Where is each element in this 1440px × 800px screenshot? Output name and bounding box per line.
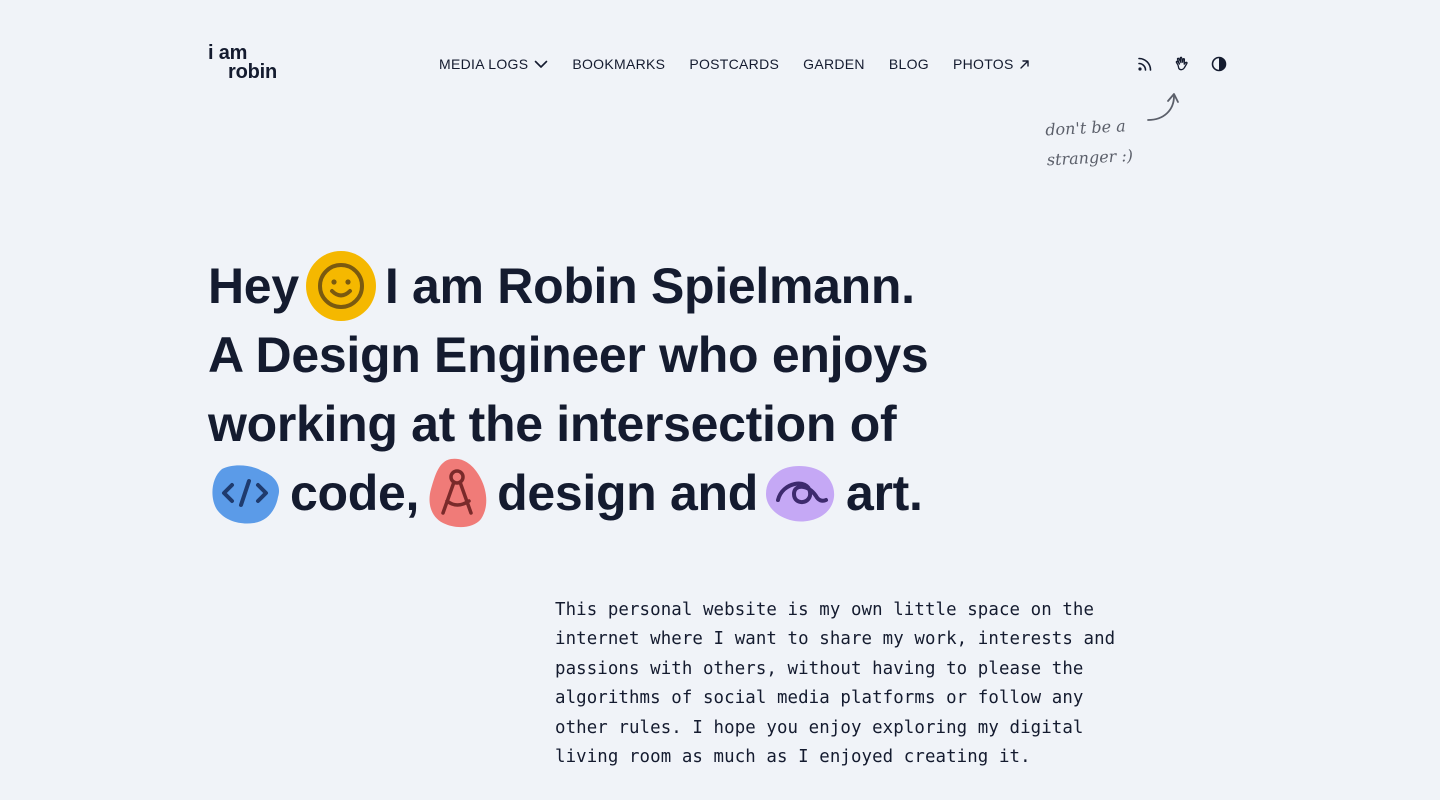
rss-button[interactable] <box>1136 55 1154 73</box>
note-line-2: stranger :) <box>1046 145 1134 170</box>
theme-toggle-button[interactable] <box>1210 55 1228 73</box>
nav-item-photos[interactable]: PHOTOS <box>953 56 1029 72</box>
compass-icon <box>425 457 489 529</box>
page: i am robin MEDIA LOGS BOOKMARKS POSTCARD… <box>0 0 1440 800</box>
external-arrow-icon <box>1019 59 1029 69</box>
hero-heading: Hey I am Robin Spielmann. A Design Engin… <box>208 250 1008 529</box>
main-nav: MEDIA LOGS BOOKMARKS POSTCARDS GARDEN BL… <box>439 54 1029 74</box>
hero-line-3: working at the intersection of <box>208 396 897 452</box>
chevron-down-icon <box>535 60 548 68</box>
nav-item-postcards[interactable]: POSTCARDS <box>689 56 779 72</box>
nav-label: MEDIA LOGS <box>439 56 529 72</box>
hero-design: design and <box>497 465 759 521</box>
hero-greeting: Hey <box>208 258 299 314</box>
hero-code: code, <box>290 465 420 521</box>
handwritten-note: don't be a stranger :) <box>1045 109 1178 176</box>
intro-line: other rules. I hope you enjoy exploring … <box>555 717 1084 738</box>
nav-label: PHOTOS <box>952 56 1014 72</box>
nav-item-bookmarks[interactable]: BOOKMARKS <box>572 56 665 72</box>
hero-line-4: code, design and art. <box>208 457 1008 529</box>
hero-art: art. <box>846 465 923 521</box>
code-icon <box>208 461 282 525</box>
nav-item-blog[interactable]: BLOG <box>889 56 929 72</box>
intro-line: This personal website is my own little s… <box>555 600 1095 620</box>
nav-label: GARDEN <box>803 56 865 72</box>
intro-line: algorithms of social media platforms or … <box>555 688 1084 709</box>
say-hi-button[interactable] <box>1173 55 1191 73</box>
smiley-icon <box>305 250 377 322</box>
nav-item-garden[interactable]: GARDEN <box>803 56 865 72</box>
site-logo[interactable]: i am robin <box>208 43 298 83</box>
nav-label: BOOKMARKS <box>572 56 666 72</box>
nav-item-media-logs[interactable]: MEDIA LOGS <box>439 56 548 72</box>
hero-line-1: Hey I am Robin Spielmann. <box>208 250 1008 322</box>
hero-line-2: A Design Engineer who enjoys <box>208 327 929 383</box>
intro-line: living room as much as I enjoyed creatin… <box>555 747 1031 768</box>
intro-line: internet where I want to share my work, … <box>555 629 1116 650</box>
wave-hand-icon <box>1175 56 1188 71</box>
toolbar <box>1136 54 1228 74</box>
contrast-theme-icon <box>1211 56 1227 72</box>
rss-icon <box>1138 57 1152 71</box>
art-squiggle-icon <box>764 462 836 524</box>
nav-label: POSTCARDS <box>689 56 780 72</box>
hero-name: I am Robin Spielmann. <box>384 258 915 314</box>
intro-paragraph: This personal website is my own little s… <box>555 596 1155 772</box>
logo-line-2: robin <box>228 61 277 83</box>
nav-label: BLOG <box>888 56 929 72</box>
intro-line: passions with others, without having to … <box>555 658 1084 679</box>
